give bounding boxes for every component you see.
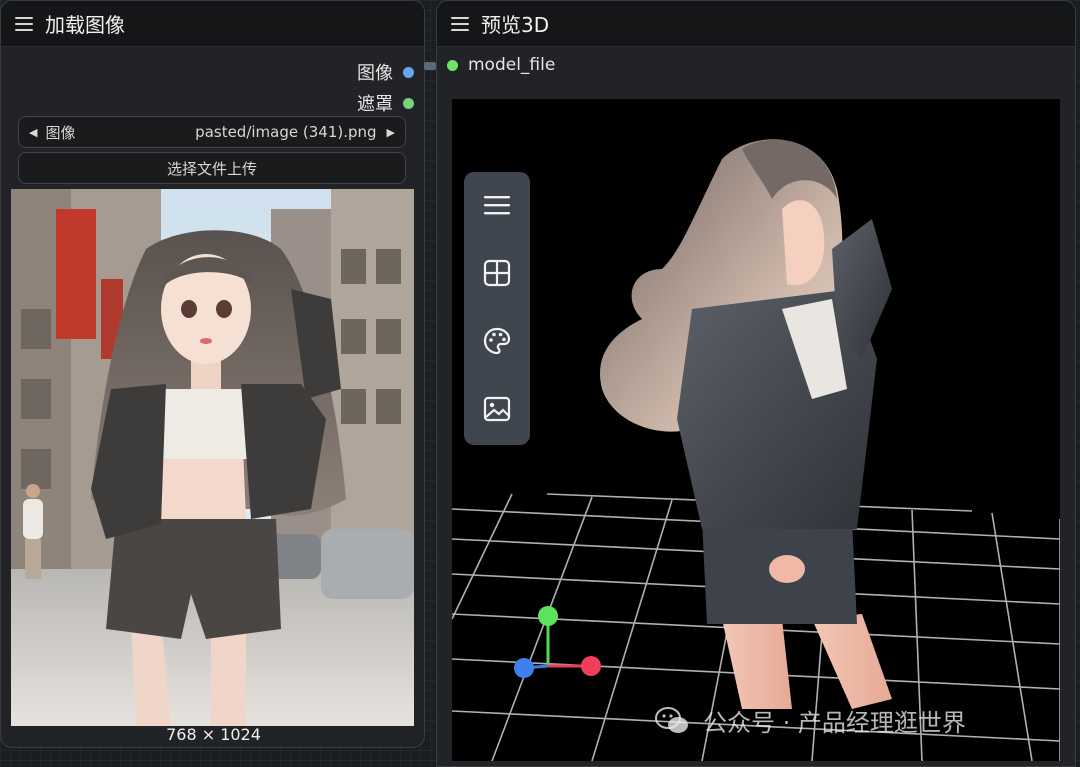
upload-button[interactable]: 选择文件上传 <box>18 152 406 184</box>
watermark-text: 公众号 · 产品经理逛世界 <box>703 709 966 737</box>
node-title: 预览3D <box>481 13 550 37</box>
next-arrow-icon[interactable]: ▶ <box>387 126 395 139</box>
layout-grid-icon[interactable] <box>482 258 512 288</box>
3d-scene <box>452 139 1060 761</box>
3d-viewport[interactable] <box>452 99 1060 761</box>
image-dimensions: 768 × 1024 <box>166 725 261 744</box>
output-image[interactable]: 图像 <box>357 59 414 85</box>
node-link[interactable] <box>424 62 436 70</box>
menu-icon[interactable] <box>451 16 469 31</box>
node-header[interactable]: 加载图像 <box>1 1 424 47</box>
image-preview <box>11 189 414 726</box>
node-header[interactable]: 预览3D <box>437 1 1075 47</box>
palette-icon[interactable] <box>482 326 512 356</box>
watermark: 公众号 · 产品经理逛世界 <box>655 703 966 738</box>
input-model-file[interactable]: model_file <box>447 55 555 75</box>
node-title: 加载图像 <box>45 13 125 37</box>
input-model-file-dot[interactable] <box>447 59 458 71</box>
viewer-toolbar <box>464 172 530 445</box>
output-mask-label: 遮罩 <box>357 94 393 115</box>
menu-icon[interactable] <box>15 16 33 31</box>
output-image-label: 图像 <box>357 63 393 84</box>
image-select[interactable]: ◀ 图像 pasted/image (341).png ▶ <box>18 116 406 148</box>
prev-arrow-icon[interactable]: ◀ <box>29 126 37 139</box>
image-select-value: pasted/image (341).png <box>195 123 377 141</box>
output-mask[interactable]: 遮罩 <box>357 90 414 116</box>
menu-icon[interactable] <box>482 190 512 220</box>
preview-3d-node[interactable]: 预览3D model_file <box>436 0 1076 767</box>
wechat-icon <box>655 706 688 733</box>
load-image-node[interactable]: 加载图像 图像 遮罩 ◀ 图像 pasted/image (341).png ▶… <box>0 0 425 748</box>
output-mask-dot[interactable] <box>403 97 414 109</box>
image-select-name: 图像 <box>45 123 76 142</box>
output-image-dot[interactable] <box>403 66 414 78</box>
input-model-file-label: model_file <box>468 55 556 75</box>
image-icon[interactable] <box>482 394 512 424</box>
